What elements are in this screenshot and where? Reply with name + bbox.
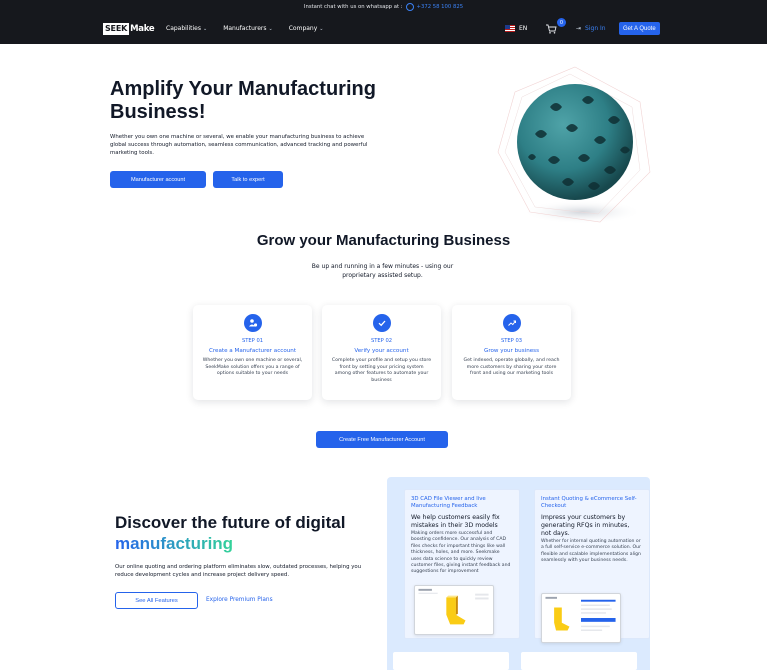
- sign-in-link[interactable]: ⇥ Sign In: [576, 25, 606, 32]
- talk-to-expert-button[interactable]: Talk to expert: [213, 171, 283, 188]
- feature-card-bottom-1: [393, 652, 509, 670]
- growth-chart-icon: [502, 314, 521, 332]
- language-selector[interactable]: EN: [505, 25, 527, 32]
- grow-section-subtitle: Be up and running in a few minutes - usi…: [311, 263, 454, 279]
- checkmark-icon: [372, 314, 391, 332]
- cart-count-badge: 0: [557, 18, 566, 27]
- see-all-features-button[interactable]: See All Features: [115, 592, 198, 609]
- hero-title: Amplify Your Manufacturing Business!: [110, 78, 376, 123]
- step-title: Verify your account: [354, 348, 409, 354]
- cad-viewer-screenshot: [414, 585, 494, 635]
- sign-in-label: Sign In: [585, 25, 606, 32]
- nav-item-capabilities[interactable]: Capabilities ⌄: [166, 25, 207, 32]
- main-navbar: SEEK Make Capabilities ⌄ Manufacturers ⌄ C…: [0, 14, 767, 44]
- seekmake-logo[interactable]: SEEK Make: [103, 23, 155, 35]
- discover-title-line2: manufacturing: [115, 534, 234, 553]
- language-label: EN: [519, 25, 528, 32]
- nav-label: Capabilities: [166, 25, 201, 32]
- nav-label: Company: [288, 25, 318, 32]
- step-title: Create a Manufacturer account: [208, 348, 297, 354]
- chevron-down-icon: ⌄: [319, 26, 324, 32]
- nav-label: Manufacturers: [223, 25, 267, 32]
- nav-item-company[interactable]: Company ⌄: [289, 25, 324, 32]
- lattice-sphere-image: [497, 66, 651, 224]
- step-description: Get indexed, operate globally, and reach…: [463, 358, 560, 377]
- top-banner: Instant chat with us on whatsapp at : +3…: [0, 0, 767, 14]
- login-icon: ⇥: [576, 25, 582, 32]
- instant-quoting-screenshot: [541, 593, 621, 643]
- whatsapp-phone: +372 58 100 825: [416, 4, 464, 10]
- feature-card-lead: Impress your customers by generating RFQ…: [541, 514, 630, 537]
- feature-card-lead: We help customers easily fix mistakes in…: [411, 514, 500, 529]
- whatsapp-banner-text: Instant chat with us on whatsapp at :: [303, 4, 403, 10]
- feature-card-title: 3D CAD File Viewer and live Manufacturin…: [411, 496, 486, 509]
- feature-card-body: Making orders more successful and boosti…: [411, 531, 511, 575]
- step-number: STEP 01: [241, 338, 264, 344]
- step-number: STEP 03: [500, 338, 523, 344]
- step-description: Complete your profile and setup you stor…: [331, 358, 432, 383]
- step-title: Grow your business: [483, 348, 540, 354]
- get-quote-button[interactable]: Get A Quote: [619, 22, 660, 35]
- logo-rest-text: Make: [130, 24, 155, 34]
- explore-premium-plans-link[interactable]: Explore Premium Plans: [206, 597, 273, 603]
- grow-section-title: Grow your Manufacturing Business: [256, 232, 511, 249]
- cart-icon[interactable]: [545, 24, 557, 34]
- us-flag-icon: [505, 25, 515, 32]
- manufacturer-account-button[interactable]: Manufacturer account: [110, 171, 206, 188]
- nav-item-manufacturers[interactable]: Manufacturers ⌄: [223, 25, 273, 32]
- create-free-manufacturer-account-button[interactable]: Create Free Manufacturer Account: [316, 431, 448, 448]
- chevron-down-icon: ⌄: [203, 26, 208, 32]
- discover-title: Discover the future of digital manufactu…: [115, 512, 375, 554]
- step-description: Whether you own one machine or several, …: [202, 358, 303, 377]
- discover-title-line1: Discover the future of digital: [115, 513, 346, 532]
- step-card-2: STEP 02 Verify your account Complete you…: [322, 305, 441, 400]
- feature-card-bottom-2: [521, 652, 637, 670]
- nav-menu: Capabilities ⌄ Manufacturers ⌄ Company ⌄: [166, 25, 323, 32]
- feature-card-title: Instant Quoting & eCommerce Self-Checkou…: [541, 496, 637, 509]
- step-number: STEP 02: [370, 338, 393, 344]
- whatsapp-link[interactable]: +372 58 100 825: [405, 3, 464, 11]
- user-add-icon: [243, 314, 262, 332]
- hero-description: Whether you own one machine or several, …: [110, 134, 368, 156]
- discover-description: Our online quoting and ordering platform…: [115, 564, 362, 578]
- logo-box-text: SEEK: [103, 23, 130, 35]
- step-card-1: STEP 01 Create a Manufacturer account Wh…: [193, 305, 312, 400]
- step-card-3: STEP 03 Grow your business Get indexed, …: [452, 305, 571, 400]
- chevron-down-icon: ⌄: [268, 26, 273, 32]
- whatsapp-icon: [405, 3, 414, 11]
- feature-card-body: Whether for internal quoting automation …: [541, 539, 641, 564]
